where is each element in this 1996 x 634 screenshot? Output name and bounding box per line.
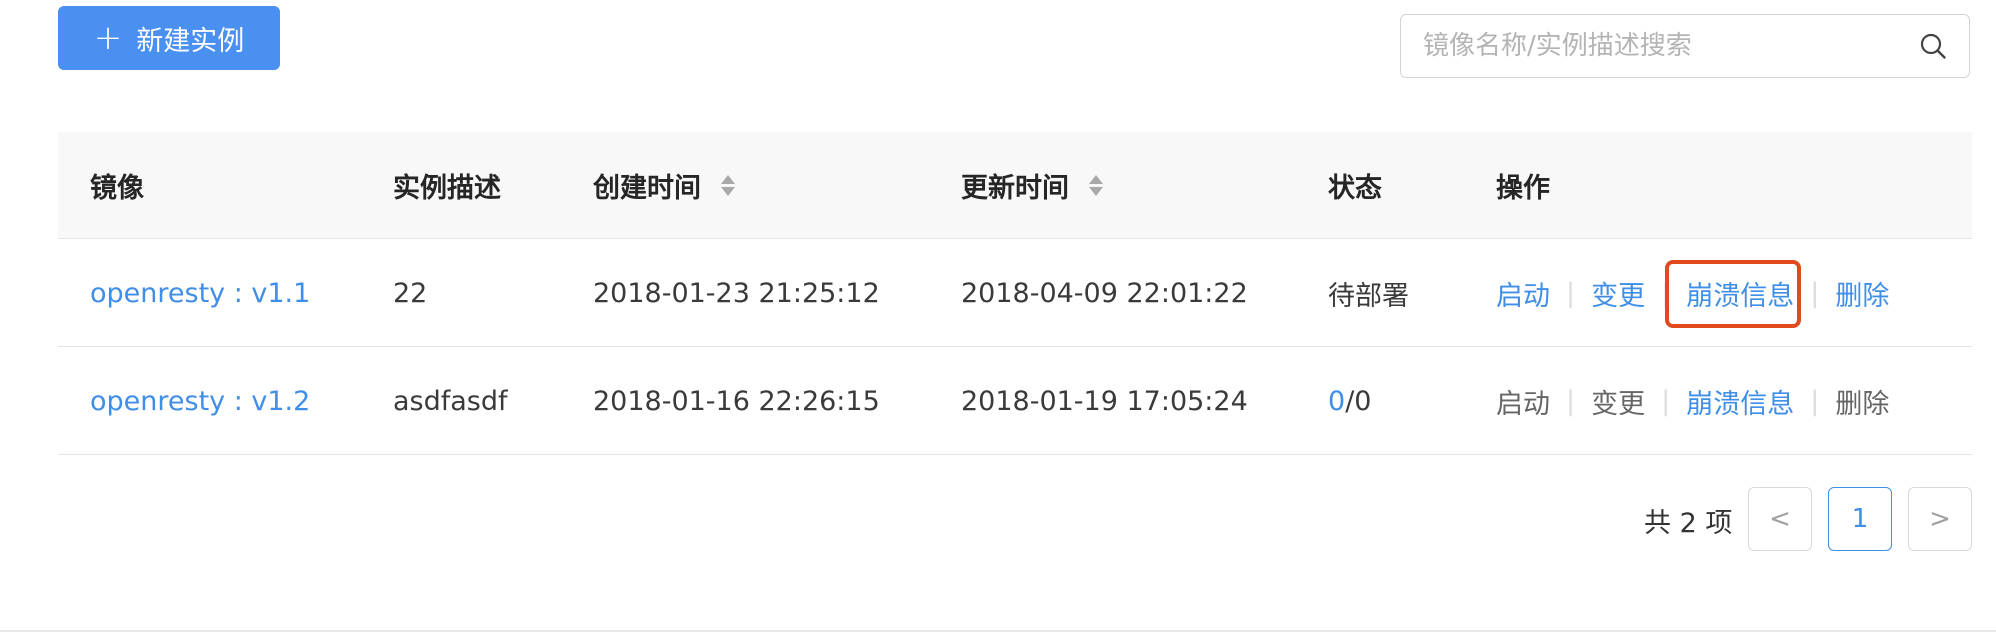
header-description: 实例描述 [393,173,501,204]
change-link[interactable]: 变更 [1591,382,1645,421]
divider: | [1566,277,1576,309]
divider: | [1661,385,1671,417]
search-input[interactable] [1423,15,1903,76]
plus-icon: + [93,18,123,58]
page-button[interactable]: 1 [1828,487,1892,551]
status-cell: 待部署 [1328,280,1409,312]
search-box [1400,14,1970,78]
new-instance-button[interactable]: + 新建实例 [58,6,280,70]
actions-cell: 启动 | 变更 | 崩溃信息 | 删除 [1496,347,1889,455]
header-image: 镜像 [90,173,144,204]
search-icon[interactable] [1919,32,1947,60]
created-cell: 2018-01-23 21:25:12 [593,277,880,309]
header-updated[interactable]: 更新时间 [961,132,1103,239]
next-page-button[interactable]: > [1908,487,1972,551]
description-cell: 22 [393,277,428,309]
status-running-count[interactable]: 0 [1328,386,1345,417]
description-cell: asdfasdf [393,385,508,417]
divider [0,630,1996,632]
header-status: 状态 [1328,173,1382,204]
crash-info-link[interactable]: 崩溃信息 [1686,382,1794,421]
table-row: openresty : v1.2 asdfasdf 2018-01-16 22:… [58,347,1972,455]
total-count: 共 2 项 [1644,507,1733,539]
chevron-right-icon: > [1929,504,1951,534]
chevron-left-icon: < [1769,504,1791,534]
delete-link[interactable]: 删除 [1835,274,1889,313]
prev-page-button[interactable]: < [1748,487,1812,551]
delete-link[interactable]: 删除 [1835,382,1889,421]
divider: | [1810,385,1820,417]
divider: | [1566,385,1576,417]
divider: | [1810,277,1820,309]
image-link[interactable]: openresty : v1.2 [90,386,310,417]
sort-icon[interactable] [721,175,735,196]
header-created[interactable]: 创建时间 [593,132,735,239]
created-cell: 2018-01-16 22:26:15 [593,385,880,417]
sort-icon[interactable] [1089,175,1103,196]
header-actions: 操作 [1496,173,1550,204]
updated-cell: 2018-01-19 17:05:24 [961,385,1248,417]
pagination: 共 2 项 < 1 > [0,487,1996,553]
status-total-count: /0 [1345,385,1372,417]
image-link[interactable]: openresty : v1.1 [90,278,310,309]
start-link[interactable]: 启动 [1496,382,1550,421]
change-link[interactable]: 变更 [1591,274,1645,313]
table-header: 镜像 实例描述 创建时间 更新时间 状态 操作 [58,132,1972,239]
new-instance-label: 新建实例 [136,25,245,57]
start-link[interactable]: 启动 [1496,274,1550,313]
crash-info-highlight [1665,260,1801,328]
status-cell: 0/0 [1328,347,1371,455]
updated-cell: 2018-04-09 22:01:22 [961,277,1248,309]
